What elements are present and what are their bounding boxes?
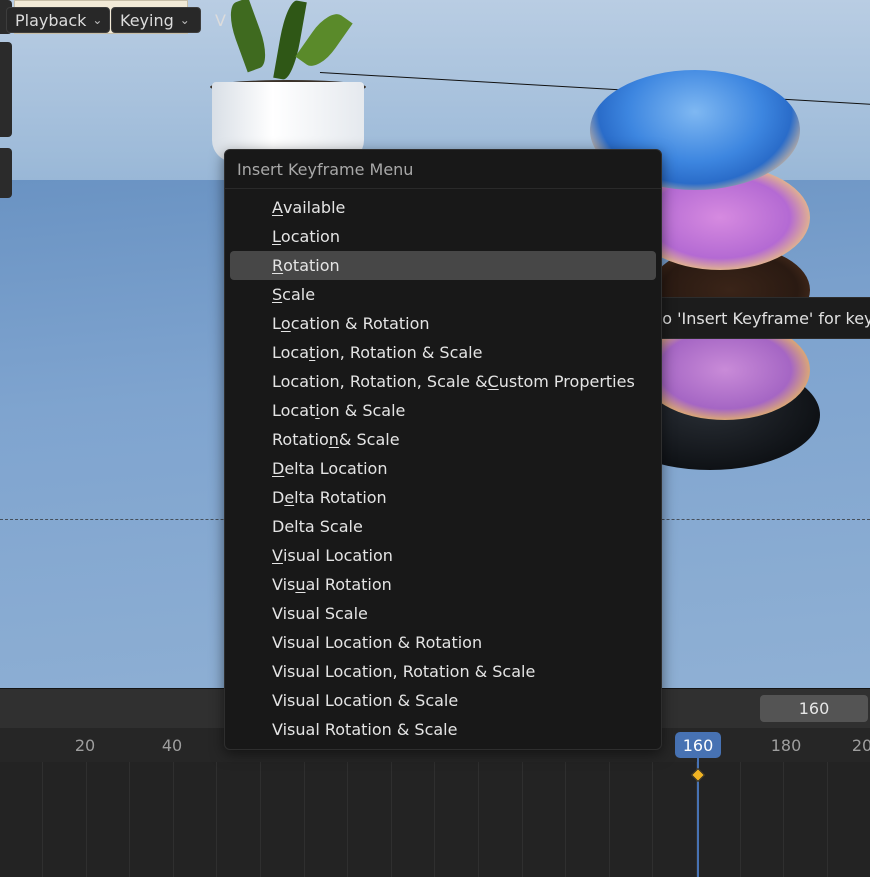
menu-item-label: Visual Location, Rotation & Scale bbox=[272, 662, 536, 681]
menu-item-label: lta Rotation bbox=[294, 488, 387, 507]
menu-item[interactable]: Loca t ion, Rotation & Scale bbox=[230, 338, 656, 367]
menu-item-hotkey: L bbox=[272, 227, 281, 246]
viewport-gizmo-tab[interactable] bbox=[0, 42, 12, 137]
insert-keyframe-menu: Insert Keyframe Menu Available Location Ro… bbox=[224, 149, 662, 750]
menu-item-label: cale bbox=[282, 285, 316, 304]
menu-item[interactable]: Visual Location, Rotation & Scale bbox=[230, 657, 656, 686]
menu-item-label: ion, Rotation & Scale bbox=[315, 343, 483, 362]
timeline-grid-line bbox=[129, 762, 130, 877]
current-frame-label: 160 bbox=[682, 735, 714, 755]
menu-item[interactable]: Rotatio n & Scale bbox=[230, 425, 656, 454]
menu-item[interactable]: Visual Rotation & Scale bbox=[230, 715, 656, 744]
menu-item-label: Delta Scale bbox=[272, 517, 363, 536]
timeline-grid-line bbox=[173, 762, 174, 877]
chevron-down-icon: ⌄ bbox=[179, 13, 190, 27]
menu-item[interactable]: De lta Rotation bbox=[230, 483, 656, 512]
timeline-grid-line bbox=[565, 762, 566, 877]
menu-item[interactable]: Scale bbox=[230, 280, 656, 309]
menu-item-label: otation bbox=[283, 256, 340, 275]
tick-label: 20 bbox=[74, 736, 96, 755]
tick-label: 180 bbox=[770, 736, 802, 755]
menu-item[interactable]: Available bbox=[230, 193, 656, 222]
view-label: V bbox=[215, 10, 226, 30]
timeline-grid-line bbox=[260, 762, 261, 877]
menu-item[interactable]: Delta Location bbox=[230, 454, 656, 483]
menu-item-label: Vis bbox=[272, 575, 296, 594]
view-menu-button[interactable]: V bbox=[207, 7, 237, 33]
menu-item[interactable]: Visual Scale bbox=[230, 599, 656, 628]
menu-item[interactable]: Location, Rotation, Scale & Custom Prope… bbox=[230, 367, 656, 396]
timeline-grid-line bbox=[652, 762, 653, 877]
menu-item[interactable]: Location bbox=[230, 222, 656, 251]
menu-item-hotkey: D bbox=[272, 459, 285, 478]
timeline-grid-line bbox=[434, 762, 435, 877]
menu-item-label: elta Location bbox=[284, 459, 388, 478]
menu-item-label: Locat bbox=[272, 401, 316, 420]
menu-item-label: Visual Location & Scale bbox=[272, 691, 459, 710]
menu-item[interactable]: Visual Location & Rotation bbox=[230, 628, 656, 657]
menu-item-label: Rotatio bbox=[272, 430, 329, 449]
timeline-grid-line bbox=[86, 762, 87, 877]
timeline-grid-line bbox=[740, 762, 741, 877]
menu-item-label: & Scale bbox=[338, 430, 400, 449]
playback-label: Playback bbox=[15, 10, 87, 30]
menu-item-label: D bbox=[272, 488, 285, 507]
timeline-grid-line bbox=[783, 762, 784, 877]
timeline-grid-line bbox=[609, 762, 610, 877]
timeline-grid-line bbox=[216, 762, 217, 877]
menu-item-hotkey: o bbox=[280, 314, 291, 333]
menu-item-label: ocation bbox=[280, 227, 340, 246]
menu-item-label: Visual Rotation & Scale bbox=[272, 720, 458, 739]
menu-item-hotkey: C bbox=[487, 372, 499, 391]
frame-field-value: 160 bbox=[798, 699, 830, 718]
timeline-grid-line bbox=[391, 762, 392, 877]
playhead-frame-badge[interactable]: 160 bbox=[675, 732, 721, 758]
timeline-grid-line bbox=[522, 762, 523, 877]
menu-item-label: isual Location bbox=[282, 546, 393, 565]
menu-item-label: Visual Location & Rotation bbox=[272, 633, 483, 652]
menu-item-hotkey: A bbox=[272, 198, 283, 217]
menu-item[interactable]: Rotation bbox=[230, 251, 656, 280]
timeline-grid-line bbox=[304, 762, 305, 877]
current-frame-field[interactable]: 160 bbox=[760, 695, 868, 722]
menu-item-hotkey: V bbox=[272, 546, 283, 565]
keying-label: Keying bbox=[120, 10, 174, 30]
menu-item-hotkey: n bbox=[328, 430, 339, 449]
keying-menu-button[interactable]: Keying ⌄ bbox=[111, 7, 201, 33]
menu-item[interactable]: Visual Location bbox=[230, 541, 656, 570]
menu-item[interactable]: Visual Location & Scale bbox=[230, 686, 656, 715]
menu-item-hotkey: S bbox=[272, 285, 283, 304]
timeline-grid-line bbox=[478, 762, 479, 877]
menu-item-hotkey: e bbox=[284, 488, 295, 507]
tick-label: 40 bbox=[161, 736, 183, 755]
menu-item-label: ustom Properties bbox=[498, 372, 635, 391]
menu-items: Available Location Rotation Scale Lo cation &… bbox=[225, 189, 661, 744]
timeline-grid-line bbox=[347, 762, 348, 877]
menu-item-label: al Rotation bbox=[305, 575, 392, 594]
playback-menu-button[interactable]: Playback ⌄ bbox=[6, 7, 110, 33]
menu-item-label: Loca bbox=[272, 343, 310, 362]
menu-item-hotkey: u bbox=[295, 575, 306, 594]
menu-item-label: L bbox=[272, 314, 281, 333]
menu-item-label: Visual Scale bbox=[272, 604, 368, 623]
menu-item[interactable]: Locat i on & Scale bbox=[230, 396, 656, 425]
menu-item-hotkey: R bbox=[272, 256, 284, 275]
menu-item-label: cation & Rotation bbox=[290, 314, 430, 333]
tick-label: 20 bbox=[851, 736, 870, 755]
menu-item[interactable]: Lo cation & Rotation bbox=[230, 309, 656, 338]
timeline-grid-line bbox=[827, 762, 828, 877]
viewport-gizmo-tab[interactable] bbox=[0, 148, 12, 198]
menu-item[interactable]: Delta Scale bbox=[230, 512, 656, 541]
timeline-grid-line bbox=[42, 762, 43, 877]
chevron-down-icon: ⌄ bbox=[92, 13, 103, 27]
menu-item-label: vailable bbox=[282, 198, 346, 217]
menu-title: Insert Keyframe Menu bbox=[225, 150, 661, 189]
menu-item-label: on & Scale bbox=[319, 401, 406, 420]
menu-item[interactable]: Vis u al Rotation bbox=[230, 570, 656, 599]
menu-item-label: Location, Rotation, Scale & bbox=[272, 372, 488, 391]
